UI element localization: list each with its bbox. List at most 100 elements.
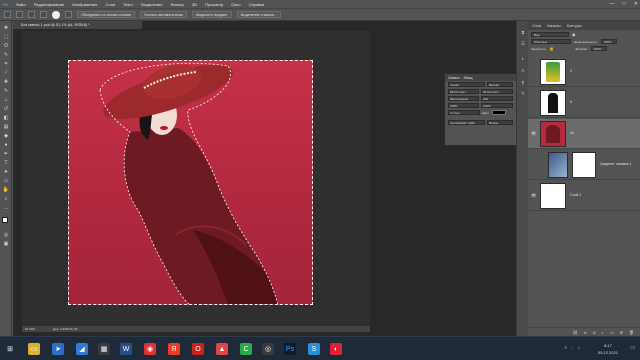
layer-name[interactable]: 2е bbox=[570, 131, 574, 135]
menu-edit[interactable]: Редактирование bbox=[34, 2, 64, 7]
path-select-icon[interactable]: ➤ bbox=[2, 168, 10, 175]
layer-name[interactable]: 6 bbox=[570, 100, 572, 104]
new-selection-icon[interactable] bbox=[16, 11, 23, 18]
app-icon[interactable]: Ps bbox=[3, 2, 8, 7]
layer-row[interactable]: 6 bbox=[528, 88, 640, 118]
angle-icon[interactable] bbox=[65, 11, 72, 18]
menu-select[interactable]: Выделение bbox=[141, 2, 162, 7]
photoshop-taskbar-icon[interactable]: Ps bbox=[284, 343, 296, 355]
quick-select-tool-icon[interactable]: ✎ bbox=[2, 51, 10, 58]
menu-layers[interactable]: Слои bbox=[105, 2, 115, 7]
text-color-swatch[interactable] bbox=[491, 110, 506, 115]
lock-icon[interactable]: 🔒 bbox=[549, 46, 554, 51]
leading-field[interactable]: 52,02 пункт bbox=[481, 89, 513, 94]
app-icon-red-2[interactable]: ◐ bbox=[330, 343, 342, 355]
properties-panel-icon[interactable]: ☰ bbox=[520, 41, 526, 47]
telegram-icon[interactable]: ➤ bbox=[52, 343, 64, 355]
add-selection-icon[interactable] bbox=[28, 11, 35, 18]
tab-layers[interactable]: Слои bbox=[532, 24, 541, 28]
app-icon-green[interactable]: C bbox=[240, 343, 252, 355]
font-size-field[interactable]: 68,24 пункт bbox=[448, 89, 480, 94]
opacity-field[interactable]: 100% bbox=[600, 39, 617, 44]
layer-name[interactable]: Слой 1 bbox=[570, 193, 581, 197]
subtract-selection-icon[interactable] bbox=[40, 11, 47, 18]
auto-enhance-checkbox[interactable]: Усилить автоматически bbox=[139, 11, 188, 18]
opera-icon[interactable]: O bbox=[192, 343, 204, 355]
blend-mode-select[interactable]: Обычные bbox=[531, 39, 571, 44]
maximize-button[interactable]: □ bbox=[623, 1, 626, 7]
start-button[interactable]: ⊞ bbox=[4, 343, 16, 355]
quick-mask-icon[interactable]: ◎ bbox=[2, 231, 10, 238]
brush-tool-icon[interactable]: ✎ bbox=[2, 87, 10, 94]
brush-panel-icon[interactable]: ✎ bbox=[520, 91, 526, 97]
healing-tool-icon[interactable]: ✚ bbox=[2, 78, 10, 85]
visibility-eye-icon[interactable]: 👁 bbox=[531, 193, 537, 199]
tab-paths[interactable]: Контуры bbox=[567, 24, 582, 28]
artboard[interactable] bbox=[68, 60, 313, 305]
character-panel-icon[interactable]: A bbox=[520, 67, 526, 73]
app-icon-dark[interactable]: ▦ bbox=[98, 343, 110, 355]
layer-filter-select[interactable]: Вид bbox=[531, 32, 569, 37]
menu-filter[interactable]: Фильтр bbox=[170, 2, 183, 7]
font-style-select[interactable]: Regular bbox=[486, 82, 513, 87]
history-brush-icon[interactable]: ↺ bbox=[2, 105, 10, 112]
skype-icon[interactable]: S bbox=[308, 343, 320, 355]
filter-toggle-icon[interactable]: ◉ bbox=[572, 32, 576, 37]
pen-tool-icon[interactable]: ✒ bbox=[2, 150, 10, 157]
app-icon-word[interactable]: W bbox=[120, 343, 132, 355]
app-icon-flame[interactable]: ▲ bbox=[216, 343, 228, 355]
volume-icon[interactable]: ♪ bbox=[578, 345, 580, 350]
document-tab[interactable]: Без имени-1.psd @ 51,1% (Ы, RGB/8) * bbox=[13, 21, 143, 29]
more-tools-icon[interactable]: … bbox=[2, 204, 10, 211]
sample-all-layers-checkbox[interactable]: Объединить со всеми слоями bbox=[77, 11, 135, 18]
baseline-field[interactable]: 0 пункт bbox=[448, 110, 480, 115]
dodge-tool-icon[interactable]: ● bbox=[2, 141, 10, 148]
tracking-field[interactable]: 200 bbox=[481, 96, 513, 101]
layer-row-selected[interactable]: 👁 2е bbox=[528, 119, 640, 149]
quick-select-tool-icon[interactable] bbox=[4, 11, 11, 18]
language-select[interactable]: Английский: США bbox=[448, 120, 485, 125]
crop-tool-icon[interactable]: ⌗ bbox=[2, 60, 10, 67]
zoom-tool-icon[interactable]: ⌕ bbox=[2, 195, 10, 202]
horizontal-scale-field[interactable]: 100% bbox=[481, 103, 513, 108]
foreground-color-swatch[interactable] bbox=[2, 217, 8, 223]
layer-row[interactable]: 3 bbox=[528, 57, 640, 87]
layer-row[interactable]: 👁 Слой 1 bbox=[528, 181, 640, 211]
menu-image[interactable]: Изображение bbox=[72, 2, 97, 7]
menu-window[interactable]: Окно bbox=[231, 2, 240, 7]
tray-arrow-icon[interactable]: ˄ bbox=[564, 345, 567, 350]
blur-tool-icon[interactable]: ◆ bbox=[2, 132, 10, 139]
gradient-tool-icon[interactable]: ▤ bbox=[2, 123, 10, 130]
visibility-eye-icon[interactable]: 👁 bbox=[531, 131, 537, 137]
shape-tool-icon[interactable]: ▭ bbox=[2, 177, 10, 184]
menu-3d[interactable]: 3D bbox=[192, 2, 197, 7]
layer-name[interactable]: Градиент. заливка 1 bbox=[600, 162, 632, 166]
lasso-tool-icon[interactable]: ʘ bbox=[2, 42, 10, 49]
network-icon[interactable]: ◌ bbox=[571, 345, 574, 350]
menu-file[interactable]: Файл bbox=[16, 2, 26, 7]
new-layer-icon[interactable]: ⊞ bbox=[620, 330, 623, 335]
adjustment-layer-icon[interactable]: ◐ bbox=[601, 330, 603, 335]
close-button[interactable]: ✕ bbox=[634, 1, 638, 7]
history-panel-icon[interactable]: ⧗ bbox=[520, 29, 526, 35]
link-layers-icon[interactable]: ⛓ bbox=[573, 330, 578, 335]
layer-style-icon[interactable]: fx bbox=[584, 330, 587, 335]
adjustments-panel-icon[interactable]: ◐ bbox=[520, 55, 526, 61]
kerning-select[interactable]: Метрические bbox=[448, 96, 480, 101]
hand-tool-icon[interactable]: ✋ bbox=[2, 186, 10, 193]
notifications-icon[interactable]: ▭ bbox=[630, 345, 635, 351]
tab-channels[interactable]: Каналы bbox=[547, 24, 560, 28]
add-mask-icon[interactable]: ◘ bbox=[593, 330, 595, 335]
antialias-select[interactable]: Резкое bbox=[486, 120, 513, 125]
status-zoom[interactable]: 51,09% bbox=[25, 327, 35, 331]
brush-size-icon[interactable] bbox=[52, 10, 60, 19]
chrome-icon[interactable]: ◎ bbox=[262, 343, 274, 355]
clock[interactable]: 8:17 05.12.2021 bbox=[598, 342, 618, 356]
eyedropper-tool-icon[interactable]: ⁄ bbox=[2, 69, 10, 76]
layer-row[interactable]: Градиент. заливка 1 bbox=[528, 150, 640, 180]
minimize-button[interactable]: — bbox=[610, 1, 615, 7]
layer-name[interactable]: 3 bbox=[570, 69, 572, 73]
stamp-tool-icon[interactable]: ⊥ bbox=[2, 96, 10, 103]
menu-help[interactable]: Справка bbox=[249, 2, 265, 7]
marquee-tool-icon[interactable]: ⬚ bbox=[2, 33, 10, 40]
